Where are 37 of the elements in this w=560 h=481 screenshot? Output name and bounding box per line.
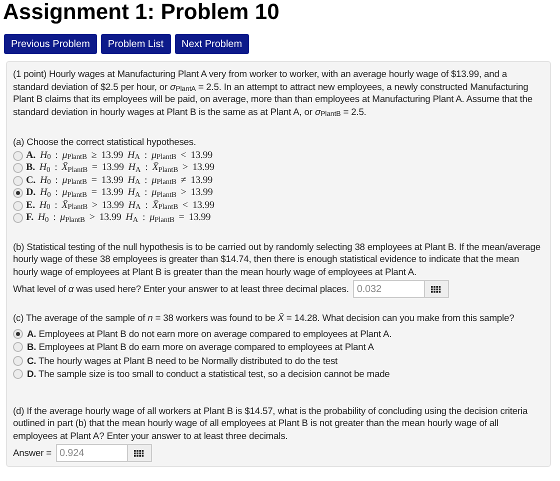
radio-button[interactable] [13, 328, 23, 339]
nav-button[interactable]: Previous Problem [4, 34, 97, 54]
hypothesis-option: D. H$_{0}$ : μ$_{PlantB}$ = 13.99 H$_{A}$ : μ$_{PlantB}$ > 13.99 [26, 187, 213, 200]
decision-option: A. Employees at Plant B do not earn more on average compared to employees at Plant A. [27, 328, 392, 340]
hypothesis-option: A. H$_{0}$ : μ$_{PlantB}$ ≥ 13.99 H$_{A}$ : μ$_{PlantB}$ < 13.99 [26, 150, 213, 162]
radio-button[interactable] [13, 176, 23, 186]
decision-option: D. The sample size is too small to conduct a statistical test, so a decision cannot be made [27, 368, 390, 380]
problem-text: (1 point) Hourly wages at Manufacturing Plant A very from worker to worker, with an average hourly wage of $13.99, and a standard deviation of $2.5 per hour, or σ$_{PlantA}$ = 2.5. In an attempt to attract new employees, a newly constructed Manufacturing Plant B claims that its employees will be paid, on average, more than than employees at Manufacturing Plant A. Assume that the standard deviation in hourly wages at Plant B is the same as at Plant A, or σ$_{PlantB}$ = 2.5. [13, 68, 534, 118]
grid-icon [431, 286, 442, 292]
radio-button[interactable] [13, 163, 23, 174]
question-text: (c) The average of the sample of n = 38 workers was found to be X̄ = 14.28. What decision can you make from this sample? [13, 312, 516, 324]
hypothesis-option: C. H$_{0}$ : μ$_{PlantB}$ = 13.99 H$_{A}$ : μ$_{PlantB}$ ≠ 13.99 [26, 174, 213, 187]
nav-button[interactable]: Next Problem [174, 34, 250, 54]
decision-option: C. The hourly wages at Plant B need to be Normally distributed to do the test [27, 354, 338, 367]
radio-button[interactable] [13, 150, 23, 161]
answer-field[interactable]: 0.924 [56, 444, 128, 462]
hypothesis-option: B. H$_{0}$ : X̄$_{PlantB}$ = 13.99 H$_{A}$ : X̄$_{PlantB}$ > 13.99 [26, 162, 214, 174]
question-text: (b) Statistical testing of the null hypothesis is to be carried out by randomly selecting 38 employees at Plant B. If the mean/average hourly wage of these 38 employees is greater than $14.74, then there is enough statistical evidence to indicate that the mean hourly wage of employees at Plant B is greater than the mean hourly wage of employees at Plant A. [13, 240, 542, 278]
decision-option: B. Employees at Plant B do earn more on average compared to employees at Plant A [27, 341, 374, 354]
question-text: (d) If the average hourly wage of all workers at Plant B is $14.57, what is the probability of concluding using the decision criteria outlined in part (b) that the mean hourly wage of all employees at Plant B is not greater than the mean hourly wage of all employees at Plant A? Enter your answer to at least three decimals. [13, 404, 529, 442]
page-title: Assignment 1: Problem 10 [2, 0, 280, 24]
radio-button[interactable] [13, 213, 23, 224]
radio-button[interactable] [13, 188, 23, 198]
grid-icon [134, 450, 144, 456]
radio-button[interactable] [13, 200, 23, 211]
nav-button[interactable]: Problem List [100, 34, 170, 54]
question-text: What level of α was used here? Enter your answer to at least three decimal places. [13, 282, 349, 296]
radio-button[interactable] [13, 342, 23, 352]
radio-button[interactable] [13, 369, 23, 380]
question-text: (a) Choose the correct statistical hypotheses. [13, 136, 197, 148]
hypothesis-option: F. H$_{0}$ : μ$_{PlantB}$ > 13.99 H$_{A}$ : μ$_{PlantB}$ = 13.99 [26, 212, 211, 224]
answer-field[interactable]: 0.032 [352, 280, 425, 298]
matrix-button[interactable] [424, 280, 449, 298]
radio-button[interactable] [13, 356, 23, 366]
answer-label: Answer = [13, 446, 52, 460]
hypothesis-option: E. H$_{0}$ : X̄$_{PlantB}$ > 13.99 H$_{A}$ : X̄$_{PlantB}$ < 13.99 [26, 200, 214, 212]
matrix-button[interactable] [128, 444, 152, 462]
